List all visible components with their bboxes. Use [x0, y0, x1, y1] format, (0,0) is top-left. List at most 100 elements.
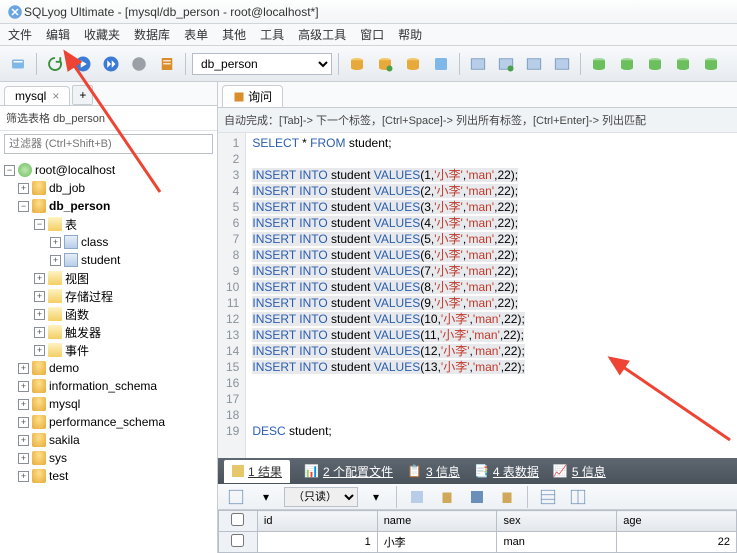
database-select[interactable]: db_person	[192, 53, 332, 75]
tree-db[interactable]: db_job	[49, 181, 85, 195]
menu-window[interactable]: 窗口	[360, 26, 384, 43]
tree-folder[interactable]: 表	[65, 216, 77, 233]
tree-db[interactable]: db_person	[49, 199, 110, 213]
tree-folder[interactable]: 存储过程	[65, 288, 113, 305]
expand-icon[interactable]: +	[18, 399, 29, 410]
tool-btn-3[interactable]	[401, 52, 425, 76]
cell[interactable]: 小李	[377, 532, 497, 553]
sql-code[interactable]: SELECT * FROM student; INSERT INTO stude…	[246, 133, 530, 458]
expand-icon[interactable]: +	[34, 291, 45, 302]
tool-btn-7[interactable]	[522, 52, 546, 76]
result-tool-2[interactable]: ▾	[254, 485, 278, 509]
tool-btn-2[interactable]	[373, 52, 397, 76]
tool-btn-8[interactable]	[550, 52, 574, 76]
result-tool-3[interactable]: ▾	[364, 485, 388, 509]
save-button[interactable]	[465, 485, 489, 509]
close-icon[interactable]: ×	[52, 89, 59, 103]
tool-btn-13[interactable]	[699, 52, 723, 76]
tool-btn-5[interactable]	[466, 52, 490, 76]
expand-icon[interactable]: +	[18, 417, 29, 428]
expand-icon[interactable]: +	[34, 309, 45, 320]
cell[interactable]: 22	[617, 532, 737, 553]
col-header[interactable]: sex	[497, 511, 617, 532]
tool-btn-9[interactable]	[587, 52, 611, 76]
expand-icon[interactable]: +	[34, 327, 45, 338]
expand-icon[interactable]: +	[18, 381, 29, 392]
delete-button[interactable]	[495, 485, 519, 509]
tree-db[interactable]: performance_schema	[49, 415, 165, 429]
tree-folder[interactable]: 视图	[65, 270, 89, 287]
menu-tools[interactable]: 工具	[260, 26, 284, 43]
view-toggle-1[interactable]	[536, 485, 560, 509]
menu-file[interactable]: 文件	[8, 26, 32, 43]
expand-icon[interactable]: −	[18, 201, 29, 212]
result-tool-1[interactable]	[224, 485, 248, 509]
tree-folder[interactable]: 函数	[65, 306, 89, 323]
expand-icon[interactable]: +	[18, 363, 29, 374]
row-checkbox[interactable]	[231, 534, 244, 547]
add-tab-button[interactable]: +	[72, 85, 93, 105]
expand-icon[interactable]: −	[34, 219, 45, 230]
tree-db[interactable]: test	[49, 469, 68, 483]
menu-edit[interactable]: 编辑	[46, 26, 70, 43]
tree-db[interactable]: information_schema	[49, 379, 157, 393]
result-tab-2[interactable]: 📊 2 个配置文件	[304, 463, 393, 480]
object-tree[interactable]: −root@localhost +db_job −db_person −表 +c…	[0, 157, 217, 553]
stop-button[interactable]	[127, 52, 151, 76]
tree-db[interactable]: mysql	[49, 397, 80, 411]
refresh-button[interactable]	[43, 52, 67, 76]
expand-icon[interactable]: +	[34, 273, 45, 284]
tree-folder[interactable]: 事件	[65, 342, 89, 359]
tree-table[interactable]: student	[81, 253, 120, 267]
checkbox-header[interactable]	[219, 511, 258, 532]
export-button[interactable]	[405, 485, 429, 509]
expand-icon[interactable]: +	[50, 255, 61, 266]
tree-table[interactable]: class	[81, 235, 108, 249]
readonly-select[interactable]: （只读）	[284, 487, 358, 507]
tool-btn-12[interactable]	[671, 52, 695, 76]
expand-icon[interactable]: +	[18, 453, 29, 464]
result-tab-4[interactable]: 📑 4 表数据	[474, 463, 539, 480]
copy-button[interactable]	[435, 485, 459, 509]
menu-favorites[interactable]: 收藏夹	[84, 26, 120, 43]
expand-icon[interactable]: +	[18, 471, 29, 482]
col-header[interactable]: id	[257, 511, 377, 532]
tool-btn-4[interactable]	[429, 52, 453, 76]
col-header[interactable]: age	[617, 511, 737, 532]
new-connection-button[interactable]	[6, 52, 30, 76]
format-button[interactable]	[155, 52, 179, 76]
tree-db[interactable]: sakila	[49, 433, 80, 447]
menu-database[interactable]: 数据库	[134, 26, 170, 43]
expand-icon[interactable]: +	[50, 237, 61, 248]
tree-db[interactable]: demo	[49, 361, 79, 375]
menu-other[interactable]: 其他	[222, 26, 246, 43]
filter-input[interactable]	[4, 134, 213, 154]
expand-icon[interactable]: −	[4, 165, 15, 176]
tree-root[interactable]: root@localhost	[35, 163, 115, 177]
sql-editor[interactable]: 12345678910111213141516171819 SELECT * F…	[218, 133, 737, 458]
result-tab-3[interactable]: 📋 3 信息	[407, 463, 460, 480]
query-tab[interactable]: 询问	[222, 85, 283, 107]
tool-btn-10[interactable]	[615, 52, 639, 76]
expand-icon[interactable]: +	[18, 435, 29, 446]
tree-folder[interactable]: 触发器	[65, 324, 101, 341]
cell[interactable]: 1	[257, 532, 377, 553]
run-all-button[interactable]	[99, 52, 123, 76]
result-grid[interactable]: id name sex age 1 小李 man 22	[218, 510, 737, 553]
table-row[interactable]: 1 小李 man 22	[219, 532, 737, 553]
tree-db[interactable]: sys	[49, 451, 67, 465]
expand-icon[interactable]: +	[34, 345, 45, 356]
menu-advanced[interactable]: 高级工具	[298, 26, 346, 43]
menu-help[interactable]: 帮助	[398, 26, 422, 43]
tool-btn-11[interactable]	[643, 52, 667, 76]
expand-icon[interactable]: +	[18, 183, 29, 194]
tool-btn-6[interactable]	[494, 52, 518, 76]
result-tab-1[interactable]: 1 结果	[224, 460, 290, 483]
view-toggle-2[interactable]	[566, 485, 590, 509]
tool-btn-1[interactable]	[345, 52, 369, 76]
cell[interactable]: man	[497, 532, 617, 553]
result-tab-5[interactable]: 📈 5 信息	[553, 463, 606, 480]
col-header[interactable]: name	[377, 511, 497, 532]
connection-tab[interactable]: mysql×	[4, 86, 70, 105]
run-button[interactable]	[71, 52, 95, 76]
